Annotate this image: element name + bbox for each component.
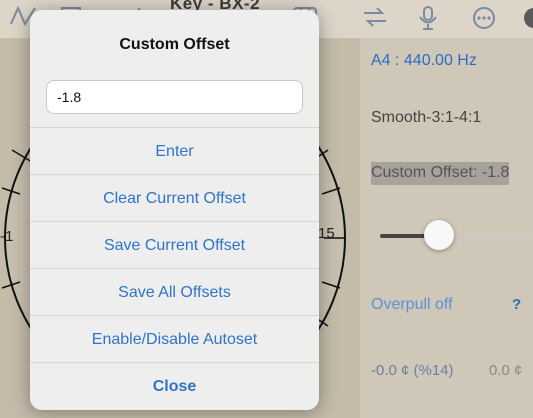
enter-button[interactable]: Enter [30, 127, 319, 175]
popup-title: Custom Offset [119, 36, 230, 53]
save-current-offset-button[interactable]: Save Current Offset [30, 221, 319, 269]
temperament-button[interactable]: Smooth-3:1-4:1 [371, 109, 481, 127]
microphone-icon[interactable] [418, 6, 438, 34]
info-icon[interactable] [522, 6, 533, 34]
save-all-offsets-button[interactable]: Save All Offsets [30, 268, 319, 316]
help-button[interactable]: ? [512, 296, 521, 313]
dial-tick-label: 15 [318, 225, 335, 242]
offset-input[interactable] [46, 80, 303, 114]
cents-readout-secondary: 0.0 ¢ [489, 362, 523, 379]
clear-current-offset-button[interactable]: Clear Current Offset [30, 174, 319, 222]
close-button[interactable]: Close [30, 362, 319, 410]
swap-icon[interactable] [362, 6, 388, 32]
more-icon[interactable] [472, 6, 496, 34]
custom-offset-button[interactable]: Custom Offset: -1.8 [371, 162, 510, 185]
overpull-toggle[interactable]: Overpull off [371, 296, 453, 314]
settings-panel: A4 : 440.00 Hz Smooth-3:1-4:1 Custom Off… [360, 38, 533, 418]
cents-readout: -0.0 ¢ (%14) [371, 362, 454, 379]
dial-tick-label: -1 [0, 228, 14, 245]
toggle-autoset-button[interactable]: Enable/Disable Autoset [30, 315, 319, 363]
pitch-reference-button[interactable]: A4 : 440.00 Hz [371, 52, 477, 70]
custom-offset-popup: Custom Offset Enter Clear Current Offset… [30, 10, 319, 410]
slider-thumb[interactable] [424, 220, 454, 250]
slider-track[interactable] [456, 235, 533, 237]
